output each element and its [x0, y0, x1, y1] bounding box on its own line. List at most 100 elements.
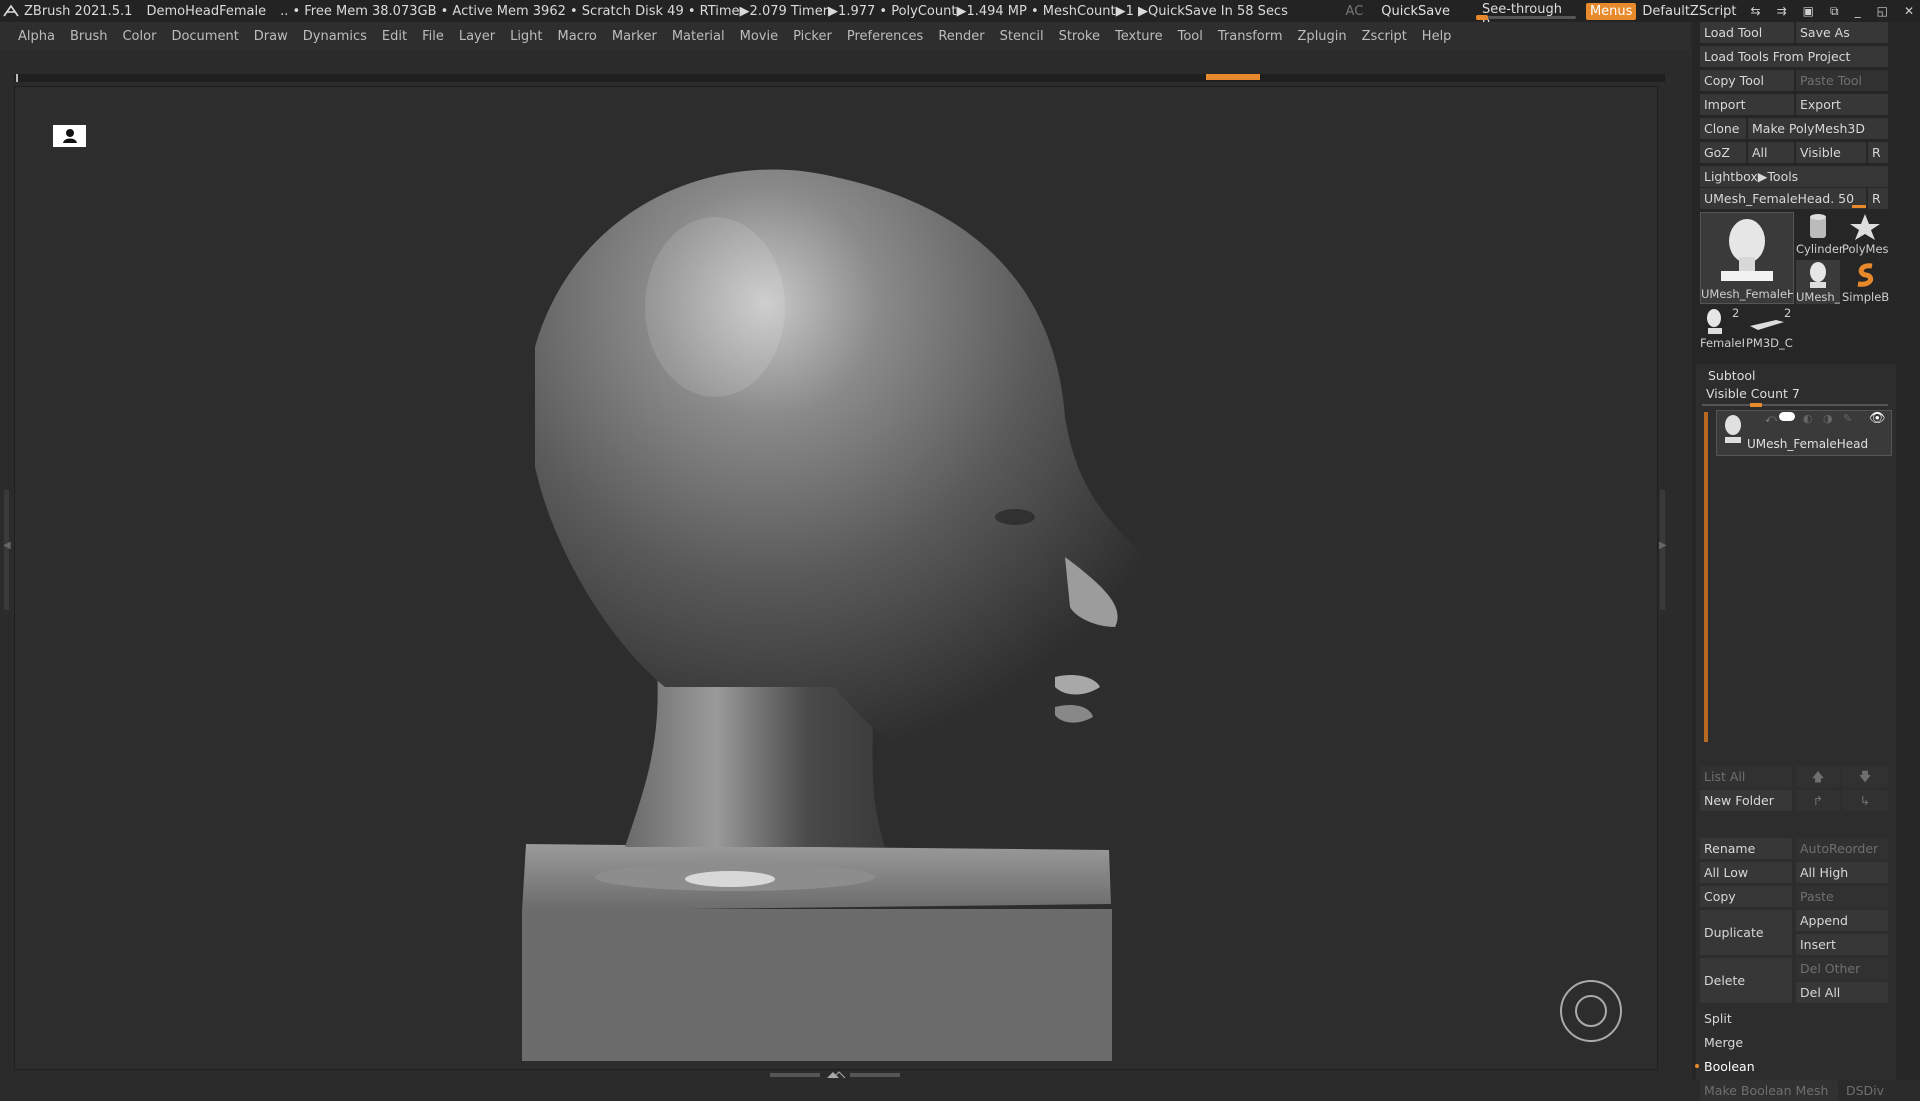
- goz-r-button[interactable]: R: [1868, 142, 1888, 163]
- split-menu[interactable]: Split: [1700, 1008, 1888, 1029]
- menus-toggle[interactable]: Menus: [1585, 2, 1637, 20]
- all-high-button[interactable]: All High: [1796, 862, 1888, 883]
- viewport-canvas[interactable]: [14, 86, 1658, 1070]
- lightbox-tools-button[interactable]: Lightbox▶Tools: [1700, 166, 1888, 187]
- tool-slider-knob[interactable]: [1852, 205, 1866, 208]
- menu-material[interactable]: Material: [672, 29, 725, 44]
- export-button[interactable]: Export: [1796, 94, 1888, 115]
- subtool-scrollbar[interactable]: [1704, 412, 1708, 742]
- tool-thumb-pm3d[interactable]: 2 PM3D_C: [1746, 306, 1794, 350]
- menu-alpha[interactable]: Alpha: [18, 29, 55, 44]
- camera-view-icon[interactable]: [53, 125, 86, 147]
- menu-help[interactable]: Help: [1422, 29, 1452, 44]
- document-name[interactable]: DemoHeadFemale: [146, 4, 266, 19]
- menu-draw[interactable]: Draw: [254, 29, 288, 44]
- tool-r-button[interactable]: R: [1868, 188, 1888, 209]
- see-through-slider[interactable]: See-through 0: [1475, 1, 1576, 32]
- current-tool-slider[interactable]: UMesh_FemaleHead. 50: [1700, 188, 1866, 209]
- paste-tool-button[interactable]: Paste Tool: [1796, 70, 1888, 91]
- subtool-eye-icon[interactable]: 👁: [1869, 411, 1886, 426]
- menu-transform[interactable]: Transform: [1218, 29, 1283, 44]
- all-low-button[interactable]: All Low: [1700, 862, 1792, 883]
- move-down-icon[interactable]: 🡇: [1842, 766, 1888, 787]
- head-model-render[interactable]: [15, 87, 1657, 1069]
- tool-thumb-female[interactable]: 2 FemaleH: [1700, 306, 1744, 350]
- menu-zscript[interactable]: Zscript: [1362, 29, 1407, 44]
- restore-icon[interactable]: ⧉: [1830, 4, 1839, 19]
- clone-button[interactable]: Clone: [1700, 118, 1746, 139]
- paste-button[interactable]: Paste: [1796, 886, 1888, 907]
- minimize-icon[interactable]: _: [1855, 4, 1861, 18]
- rename-button[interactable]: Rename: [1700, 838, 1792, 859]
- del-other-button[interactable]: Del Other: [1796, 958, 1888, 979]
- menu-preferences[interactable]: Preferences: [847, 29, 923, 44]
- save-as-button[interactable]: Save As: [1796, 22, 1888, 43]
- layout-icon[interactable]: ⇉: [1777, 4, 1787, 18]
- menu-tool[interactable]: Tool: [1178, 29, 1203, 44]
- visible-count-slider[interactable]: Visible Count 7: [1702, 386, 1888, 407]
- load-tool-button[interactable]: Load Tool: [1700, 22, 1794, 43]
- duplicate-button[interactable]: Duplicate: [1700, 910, 1792, 955]
- append-button[interactable]: Append: [1796, 910, 1888, 931]
- subtool-toggle-icon[interactable]: [1779, 412, 1795, 421]
- maximize-icon[interactable]: ◱: [1877, 4, 1888, 18]
- menu-stencil[interactable]: Stencil: [1000, 29, 1044, 44]
- menu-edit[interactable]: Edit: [382, 29, 407, 44]
- menu-color[interactable]: Color: [122, 29, 156, 44]
- copy-button[interactable]: Copy: [1700, 886, 1792, 907]
- import-button[interactable]: Import: [1700, 94, 1794, 115]
- window-icon[interactable]: ▣: [1803, 4, 1814, 18]
- menu-file[interactable]: File: [422, 29, 444, 44]
- boolean-menu[interactable]: Boolean: [1700, 1056, 1888, 1077]
- menu-marker[interactable]: Marker: [612, 29, 657, 44]
- menu-dynamics[interactable]: Dynamics: [303, 29, 367, 44]
- insert-button[interactable]: Insert: [1796, 934, 1888, 955]
- subtool-item-umesh-femalehead[interactable]: ⤺ ◐ ◑ ✎ 👁 UMesh_FemaleHead: [1716, 410, 1892, 456]
- folder-up-icon[interactable]: ↱: [1796, 790, 1840, 811]
- menu-layer[interactable]: Layer: [459, 29, 495, 44]
- make-polymesh3d-button[interactable]: Make PolyMesh3D: [1748, 118, 1888, 139]
- del-all-button[interactable]: Del All: [1796, 982, 1888, 1003]
- menu-document[interactable]: Document: [171, 29, 238, 44]
- left-tray-arrow-icon[interactable]: ◀: [3, 540, 11, 551]
- menu-picker[interactable]: Picker: [793, 29, 832, 44]
- new-folder-button[interactable]: New Folder: [1700, 790, 1792, 811]
- right-tray-arrow-icon[interactable]: ▶: [1659, 540, 1667, 551]
- subtool-polypaint-icon[interactable]: ◐: [1803, 412, 1813, 425]
- navigation-gizmo-icon[interactable]: [1560, 980, 1622, 1042]
- list-all-button[interactable]: List All: [1700, 766, 1792, 787]
- tool-thumb-cylinder[interactable]: Cylinder: [1796, 212, 1844, 256]
- autoreorder-button[interactable]: AutoReorder: [1796, 838, 1888, 859]
- goz-button[interactable]: GoZ: [1700, 142, 1746, 163]
- delete-button[interactable]: Delete: [1700, 958, 1792, 1003]
- tool-thumb-polymesh[interactable]: PolyMes: [1842, 212, 1889, 256]
- tool-thumb-simplebrush[interactable]: SimpleB: [1842, 260, 1889, 304]
- close-icon[interactable]: ✕: [1904, 4, 1914, 18]
- menu-render[interactable]: Render: [938, 29, 984, 44]
- menu-light[interactable]: Light: [510, 29, 542, 44]
- subtool-edit-icon[interactable]: ⤺: [1765, 412, 1777, 426]
- slider-knob[interactable]: [1475, 15, 1488, 20]
- load-tools-from-project-button[interactable]: Load Tools From Project: [1700, 46, 1888, 67]
- tool-thumb-main[interactable]: UMesh_FemaleH: [1700, 212, 1794, 304]
- ac-button[interactable]: AC: [1346, 4, 1364, 19]
- move-up-icon[interactable]: 🡅: [1796, 766, 1840, 787]
- default-zscript-button[interactable]: DefaultZScript: [1642, 4, 1736, 19]
- menu-texture[interactable]: Texture: [1115, 29, 1163, 44]
- make-boolean-mesh-button[interactable]: Make Boolean Mesh: [1700, 1080, 1838, 1101]
- goz-visible-button[interactable]: Visible: [1796, 142, 1866, 163]
- subtool-brush-icon[interactable]: ✎: [1843, 412, 1852, 425]
- copy-tool-button[interactable]: Copy Tool: [1700, 70, 1794, 91]
- goz-all-button[interactable]: All: [1748, 142, 1794, 163]
- menu-brush[interactable]: Brush: [70, 29, 108, 44]
- dsdiv-button[interactable]: DSDiv: [1842, 1080, 1888, 1101]
- folder-down-icon[interactable]: ↳: [1842, 790, 1888, 811]
- menu-macro[interactable]: Macro: [558, 29, 597, 44]
- bottom-tray-handle[interactable]: [770, 1070, 900, 1080]
- subtool-title[interactable]: Subtool: [1708, 368, 1755, 383]
- menu-stroke[interactable]: Stroke: [1059, 29, 1100, 44]
- subtool-dynamesh-icon[interactable]: ◑: [1823, 412, 1833, 425]
- merge-menu[interactable]: Merge: [1700, 1032, 1888, 1053]
- menu-movie[interactable]: Movie: [740, 29, 778, 44]
- tool-thumb-umesh[interactable]: UMesh_: [1796, 260, 1840, 304]
